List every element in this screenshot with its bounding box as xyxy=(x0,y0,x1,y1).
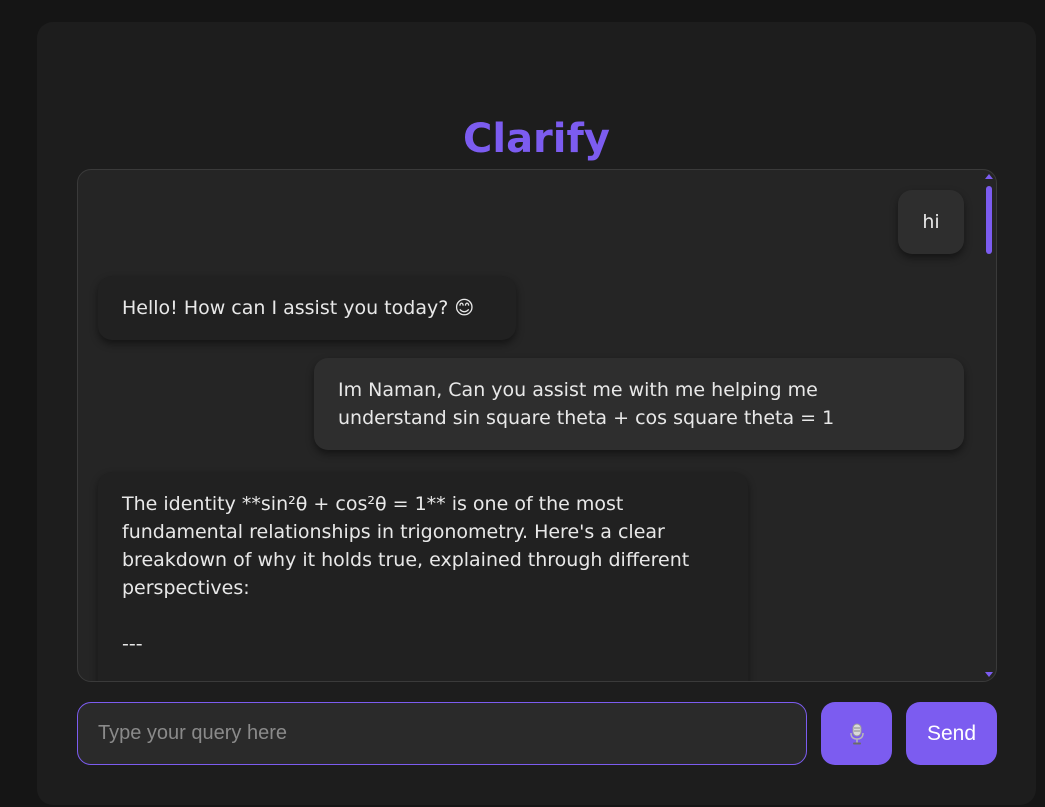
assistant-message: The identity **sin²θ + cos²θ = 1** is on… xyxy=(98,472,748,681)
assistant-message: Hello! How can I assist you today? 😊 xyxy=(98,276,516,340)
message-list: hi Hello! How can I assist you today? 😊 … xyxy=(78,170,982,681)
user-message: Im Naman, Can you assist me with me help… xyxy=(314,358,964,450)
app-title: Clarify xyxy=(463,116,610,162)
user-message: hi xyxy=(898,190,964,254)
mic-button[interactable] xyxy=(821,702,892,765)
microphone-icon xyxy=(849,723,864,744)
scroll-down-arrow-icon[interactable] xyxy=(985,672,993,677)
send-button[interactable]: Send xyxy=(906,702,997,765)
chat-window[interactable]: hi Hello! How can I assist you today? 😊 … xyxy=(77,169,997,682)
chat-scrollbar[interactable] xyxy=(982,170,996,681)
scroll-thumb[interactable] xyxy=(986,186,992,254)
query-input[interactable] xyxy=(77,702,807,765)
scroll-up-arrow-icon[interactable] xyxy=(985,174,993,179)
